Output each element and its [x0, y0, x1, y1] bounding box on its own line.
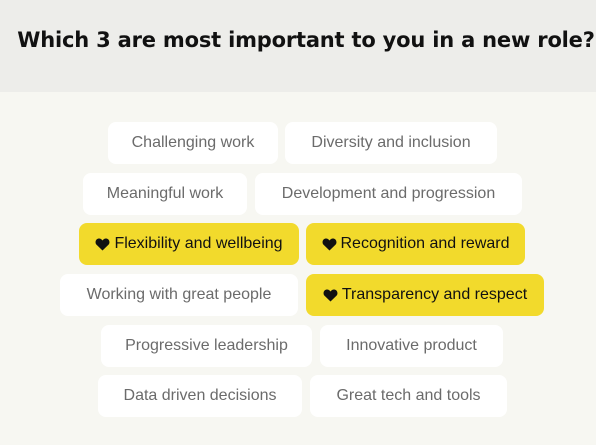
- option-label: Meaningful work: [106, 185, 224, 202]
- option-diversity-and-inclusion[interactable]: Diversity and inclusion: [285, 122, 497, 164]
- option-label: Innovative product: [346, 337, 477, 354]
- option-meaningful-work[interactable]: Meaningful work: [83, 173, 247, 215]
- question-title: Which 3 are most important to you in a n…: [17, 28, 595, 52]
- option-label: Data driven decisions: [123, 387, 277, 404]
- option-label: Working with great people: [86, 286, 272, 303]
- option-label: Transparency and respect: [341, 286, 528, 303]
- option-progressive-leadership[interactable]: Progressive leadership: [101, 325, 312, 367]
- heart-icon: [96, 238, 110, 251]
- option-working-with-great-people[interactable]: Working with great people: [60, 274, 298, 316]
- option-label: Progressive leadership: [125, 337, 288, 354]
- option-label: Recognition and reward: [340, 235, 510, 252]
- option-innovative-product[interactable]: Innovative product: [320, 325, 503, 367]
- question-header: Which 3 are most important to you in a n…: [0, 0, 596, 92]
- option-label: Development and progression: [281, 185, 496, 202]
- option-transparency-and-respect[interactable]: Transparency and respect: [306, 274, 544, 316]
- heart-icon: [322, 238, 336, 251]
- heart-icon: [323, 289, 338, 302]
- option-development-and-progression[interactable]: Development and progression: [255, 173, 522, 215]
- option-data-driven-decisions[interactable]: Data driven decisions: [98, 375, 302, 417]
- option-recognition-and-reward[interactable]: Recognition and reward: [306, 223, 525, 265]
- option-label: Challenging work: [131, 134, 255, 151]
- option-great-tech-and-tools[interactable]: Great tech and tools: [310, 375, 507, 417]
- option-label: Flexibility and wellbeing: [114, 235, 283, 252]
- option-label: Diversity and inclusion: [311, 134, 471, 151]
- option-flexibility-and-wellbeing[interactable]: Flexibility and wellbeing: [79, 223, 299, 265]
- option-challenging-work[interactable]: Challenging work: [108, 122, 278, 164]
- option-label: Great tech and tools: [336, 387, 481, 404]
